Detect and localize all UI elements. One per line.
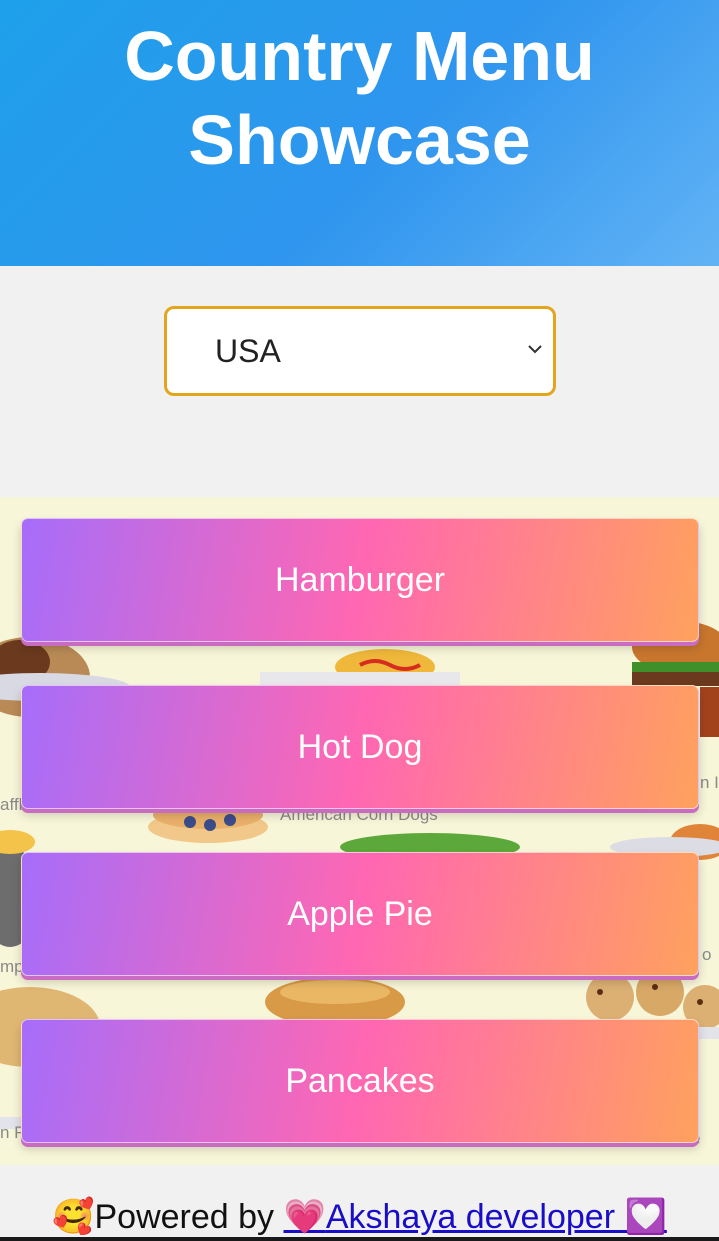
chevron-down-icon bbox=[528, 345, 542, 354]
country-select[interactable]: USA bbox=[164, 306, 556, 396]
page-title: Country Menu Showcase bbox=[124, 17, 595, 179]
developer-link-text: Akshaya developer bbox=[325, 1198, 625, 1236]
menu-panel: American Corn Dogs American Pan Cake aff… bbox=[0, 497, 719, 1165]
footer-text: Powered by bbox=[94, 1198, 284, 1236]
bg-caption: o bbox=[702, 945, 712, 964]
country-select-value: USA bbox=[215, 332, 281, 369]
bottom-edge bbox=[0, 1237, 719, 1241]
heart-decoration-emoji: 💟 bbox=[624, 1198, 667, 1236]
developer-link[interactable]: 💗Akshaya developer 💟 bbox=[284, 1198, 667, 1236]
heart-emoji: 💗 bbox=[283, 1198, 326, 1236]
app-header: Country Menu Showcase bbox=[0, 0, 719, 266]
menu-item-hamburger[interactable]: Hamburger bbox=[21, 518, 699, 642]
menu-item-apple-pie[interactable]: Apple Pie bbox=[21, 852, 699, 976]
bg-caption: n I bbox=[700, 773, 719, 792]
menu-item-pancakes[interactable]: Pancakes bbox=[21, 1019, 699, 1143]
menu-item-hot-dog[interactable]: Hot Dog bbox=[21, 685, 699, 809]
smiling-hearts-emoji: 🥰 bbox=[52, 1198, 95, 1236]
footer: 🥰Powered by 💗Akshaya developer 💟 bbox=[0, 1165, 719, 1241]
